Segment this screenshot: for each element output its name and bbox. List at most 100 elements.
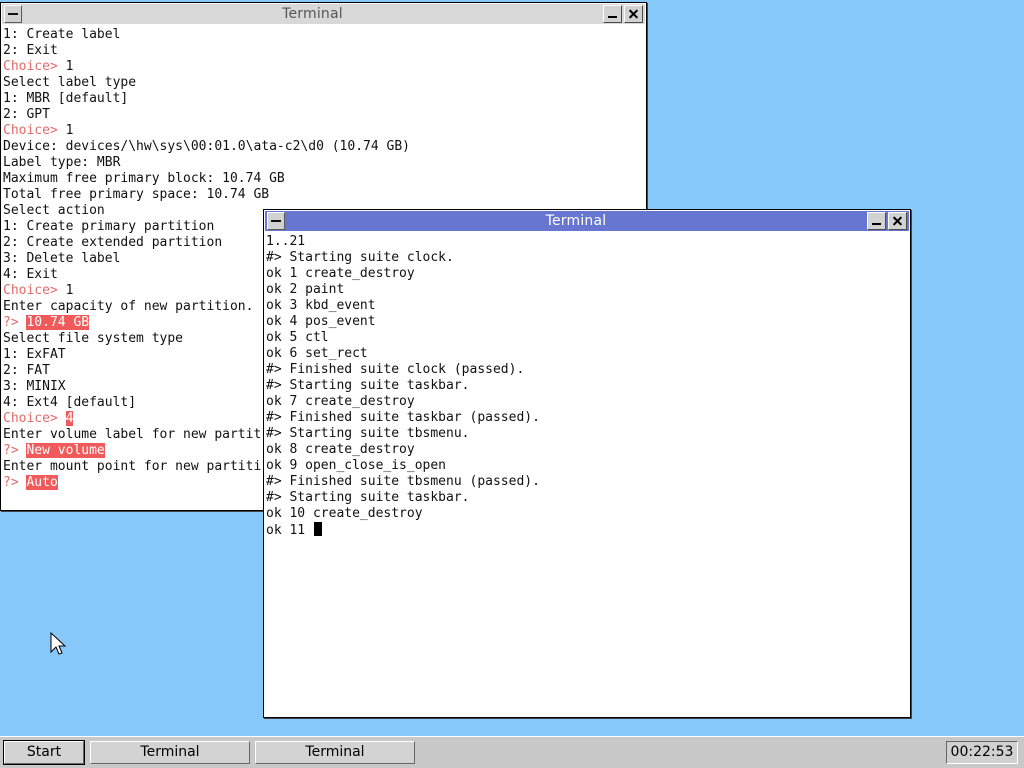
terminal-prompt: Choice> xyxy=(3,283,66,298)
terminal-text: ok 6 set_rect xyxy=(266,346,368,361)
terminal-line: ok 11 xyxy=(266,522,908,538)
terminal-text: Select label type xyxy=(3,75,137,90)
terminal-input-highlight: 4 xyxy=(65,411,74,426)
terminal-input-highlight: Auto xyxy=(26,475,58,490)
terminal-line: Maximum free primary block: 10.74 GB xyxy=(3,171,644,187)
terminal-text: ok 10 create_destroy xyxy=(266,506,423,521)
terminal-line: 1: Create label xyxy=(3,27,644,43)
terminal-text: 4: Exit xyxy=(3,267,58,282)
terminal-line: #> Finished suite clock (passed). xyxy=(266,362,908,378)
terminal-text: 3: Delete label xyxy=(3,251,121,266)
terminal-text: 1: Create primary partition xyxy=(3,219,215,234)
mouse-pointer-icon xyxy=(50,632,66,655)
terminal-text: Enter capacity of new partition. xyxy=(3,299,254,314)
window-menu-icon[interactable] xyxy=(4,5,22,23)
terminal-line: 1: MBR [default] xyxy=(3,91,644,107)
terminal-line: ok 1 create_destroy xyxy=(266,266,908,282)
terminal-line: ok 3 kbd_event xyxy=(266,298,908,314)
terminal-line: #> Starting suite clock. xyxy=(266,250,908,266)
terminal-text: #> Finished suite clock (passed). xyxy=(266,362,525,377)
terminal-title-front: Terminal xyxy=(545,213,607,229)
taskbar-button-terminal-2[interactable]: Terminal xyxy=(255,741,415,764)
terminal-line: ok 7 create_destroy xyxy=(266,394,908,410)
terminal-text: ok 3 kbd_event xyxy=(266,298,376,313)
terminal-line: Device: devices/\hw\sys\00:01.0\ata-c2\d… xyxy=(3,139,644,155)
terminal-titlebar-back[interactable]: Terminal xyxy=(2,4,645,24)
terminal-text: 1 xyxy=(65,59,74,74)
clock: 00:22:53 xyxy=(946,741,1018,764)
terminal-text: ok 1 create_destroy xyxy=(266,266,415,281)
terminal-line: 2: GPT xyxy=(3,107,644,123)
terminal-line: ok 5 ctl xyxy=(266,330,908,346)
terminal-line: ok 10 create_destroy xyxy=(266,506,908,522)
terminal-text: Enter volume label for new partit xyxy=(3,427,262,442)
terminal-line: Total free primary space: 10.74 GB xyxy=(3,187,644,203)
terminal-text: 1..21 xyxy=(266,234,306,249)
terminal-text: Label type: MBR xyxy=(3,155,121,170)
terminal-line: Choice> 1 xyxy=(3,123,644,139)
terminal-text: #> Starting suite clock. xyxy=(266,250,454,265)
terminal-title-back: Terminal xyxy=(282,6,343,22)
terminal-input-highlight: 10.74 GB xyxy=(26,315,90,330)
terminal-text: 1: Create label xyxy=(3,27,121,42)
terminal-text: 1: MBR [default] xyxy=(3,91,129,106)
terminal-prompt: ?> xyxy=(3,315,27,330)
terminal-text: 2: Exit xyxy=(3,43,58,58)
terminal-line: 2: Exit xyxy=(3,43,644,59)
taskbar: Start Terminal Terminal 00:22:53 xyxy=(0,736,1024,768)
terminal-output-front[interactable]: 1..21 #> Starting suite clock. ok 1 create… xyxy=(266,234,908,715)
terminal-text: #> Finished suite tbsmenu (passed). xyxy=(266,474,540,489)
terminal-prompt: Choice> xyxy=(3,59,66,74)
terminal-text: Enter mount point for new partiti xyxy=(3,459,262,474)
terminal-text: ok 8 create_destroy xyxy=(266,442,415,457)
terminal-prompt: ?> xyxy=(3,475,27,490)
terminal-text: Maximum free primary block: 10.74 GB xyxy=(3,171,285,186)
minimize-icon[interactable] xyxy=(603,5,622,23)
terminal-text: 3: MINIX xyxy=(3,379,66,394)
terminal-line: ok 2 paint xyxy=(266,282,908,298)
taskbar-button-terminal-1[interactable]: Terminal xyxy=(90,741,250,764)
terminal-line: #> Finished suite tbsmenu (passed). xyxy=(266,474,908,490)
terminal-text: ok 11 xyxy=(266,523,313,538)
terminal-line: Choice> 1 xyxy=(3,59,644,75)
terminal-window-front[interactable]: Terminal 1..21 #> Starting suite clock. ok… xyxy=(263,209,911,718)
terminal-text: Select action xyxy=(3,203,105,218)
terminal-line: #> Starting suite taskbar. xyxy=(266,490,908,506)
close-icon[interactable] xyxy=(888,212,907,230)
terminal-line: #> Starting suite tbsmenu. xyxy=(266,426,908,442)
terminal-line: ok 8 create_destroy xyxy=(266,442,908,458)
terminal-text: 2: GPT xyxy=(3,107,50,122)
terminal-text: ok 2 paint xyxy=(266,282,345,297)
terminal-text: ok 4 pos_event xyxy=(266,314,376,329)
terminal-titlebar-front[interactable]: Terminal xyxy=(265,211,909,231)
terminal-line: 1..21 xyxy=(266,234,908,250)
window-menu-icon[interactable] xyxy=(267,212,285,230)
terminal-text: 4: Ext4 [default] xyxy=(3,395,137,410)
terminal-text: Device: devices/\hw\sys\00:01.0\ata-c2\d… xyxy=(3,139,410,154)
terminal-line: Label type: MBR xyxy=(3,155,644,171)
terminal-text: Select file system type xyxy=(3,331,184,346)
terminal-line: ok 9 open_close_is_open xyxy=(266,458,908,474)
minimize-icon[interactable] xyxy=(867,212,886,230)
terminal-text: 1 xyxy=(65,283,74,298)
terminal-prompt: Choice> xyxy=(3,411,66,426)
terminal-line: Select label type xyxy=(3,75,644,91)
terminal-text: ok 7 create_destroy xyxy=(266,394,415,409)
terminal-text: 1 xyxy=(65,123,74,138)
terminal-line: ok 4 pos_event xyxy=(266,314,908,330)
terminal-text: ok 5 ctl xyxy=(266,330,329,345)
terminal-text: 1: ExFAT xyxy=(3,347,66,362)
terminal-input-highlight: New volume xyxy=(26,443,105,458)
terminal-text: #> Starting suite tbsmenu. xyxy=(266,426,470,441)
terminal-text: 2: Create extended partition xyxy=(3,235,223,250)
terminal-line: #> Finished suite taskbar (passed). xyxy=(266,410,908,426)
terminal-text: 2: FAT xyxy=(3,363,50,378)
close-icon[interactable] xyxy=(624,5,643,23)
terminal-prompt: ?> xyxy=(3,443,27,458)
terminal-text: #> Finished suite taskbar (passed). xyxy=(266,410,540,425)
terminal-text: #> Starting suite taskbar. xyxy=(266,378,470,393)
terminal-text: ok 9 open_close_is_open xyxy=(266,458,447,473)
terminal-prompt: Choice> xyxy=(3,123,66,138)
terminal-line: ok 6 set_rect xyxy=(266,346,908,362)
start-button[interactable]: Start xyxy=(3,740,85,765)
